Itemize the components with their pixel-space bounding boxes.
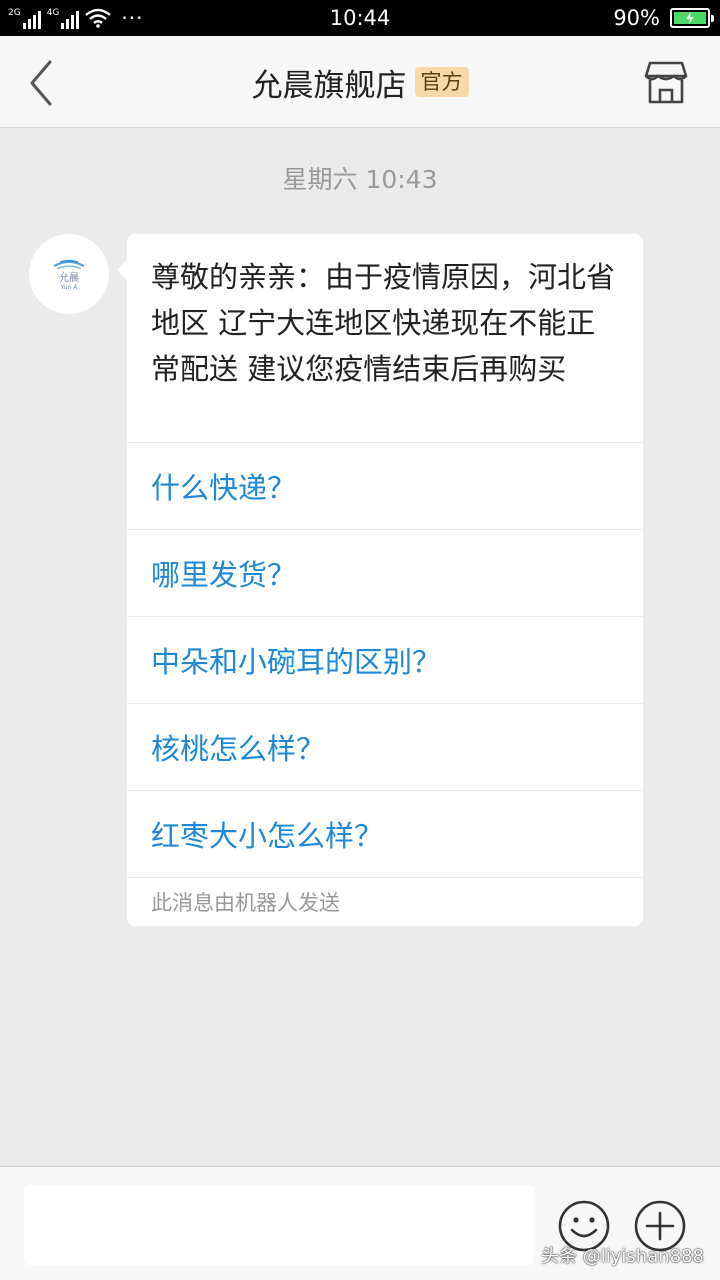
shop-logo-icon <box>53 259 85 270</box>
quick-question-item[interactable]: 什么快递？ <box>127 442 643 529</box>
avatar-brand-text: 允晨 <box>59 273 79 284</box>
charging-bolt-icon <box>686 12 694 24</box>
chat-header: 允晨旗舰店 官方 <box>0 36 720 128</box>
robot-sent-note: 此消息由机器人发送 <box>127 877 643 925</box>
quick-question-item[interactable]: 核桃怎么样？ <box>127 703 643 790</box>
watermark: 头条 @liyishan888 <box>541 1246 704 1267</box>
battery-percent: 90% <box>613 6 660 30</box>
official-badge: 官方 <box>414 67 469 97</box>
message-text: 尊敬的亲亲：由于疫情原因，河北省地区 辽宁大连地区快递现在不能正常配送 建议您疫… <box>151 260 616 386</box>
shop-icon[interactable] <box>642 60 690 106</box>
message-input[interactable] <box>24 1185 534 1265</box>
header-title-wrap: 允晨旗舰店 官方 <box>0 36 720 128</box>
status-right: 90% <box>613 0 714 36</box>
status-bar: 2G 4G ··· 10:44 90% <box>0 0 720 36</box>
avatar-brand-subtext: Yun A <box>60 284 78 291</box>
quick-question-item[interactable]: 中朵和小碗耳的区别？ <box>127 616 643 703</box>
quick-question-item[interactable]: 红枣大小怎么样？ <box>127 790 643 877</box>
shop-avatar[interactable]: 允晨 Yun A <box>29 234 109 314</box>
status-time: 10:44 <box>329 6 391 30</box>
bubble-tail <box>117 260 127 280</box>
quick-question-item[interactable]: 哪里发货？ <box>127 529 643 616</box>
shop-name[interactable]: 允晨旗舰店 <box>252 60 407 105</box>
message-bubble: 尊敬的亲亲：由于疫情原因，河北省地区 辽宁大连地区快递现在不能正常配送 建议您疫… <box>117 234 643 926</box>
battery-level <box>674 12 706 24</box>
battery-icon <box>670 8 714 28</box>
message-timestamp: 星期六 10:43 <box>282 165 438 194</box>
